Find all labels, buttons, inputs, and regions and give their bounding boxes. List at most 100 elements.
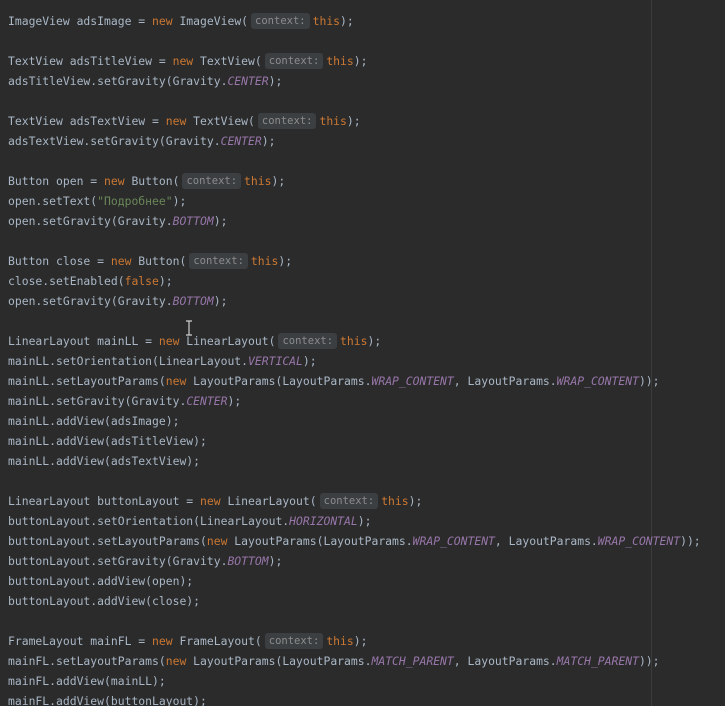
code-token: mainLL.setGravity(Gravity. <box>8 394 187 408</box>
code-token: BOTTOM <box>172 294 214 308</box>
code-token: ); <box>172 194 187 208</box>
code-line[interactable]: buttonLayout.addView(close); <box>8 591 725 611</box>
code-token: ); <box>346 114 361 128</box>
code-token: ); <box>261 134 276 148</box>
code-token: new <box>104 174 125 188</box>
code-token: mainLL.addView(adsTitleView); <box>8 434 207 448</box>
code-line[interactable]: mainLL.setLayoutParams(new LayoutParams(… <box>8 371 725 391</box>
code-token: WRAP_CONTENT <box>371 374 454 388</box>
code-token: ); <box>353 634 368 648</box>
code-token: TextView adsTitleView = <box>8 54 173 68</box>
code-token: ); <box>408 494 423 508</box>
code-line[interactable]: TextView adsTitleView = new TextView(con… <box>8 51 725 71</box>
code-line[interactable]: Button open = new Button(context: this); <box>8 171 725 191</box>
code-line[interactable] <box>8 31 725 51</box>
code-token: this <box>381 494 409 508</box>
code-token: this <box>326 634 354 648</box>
code-token: LinearLayout( <box>220 494 317 508</box>
code-line[interactable]: LinearLayout buttonLayout = new LinearLa… <box>8 491 725 511</box>
code-line[interactable] <box>8 91 725 111</box>
code-line[interactable]: open.setGravity(Gravity.BOTTOM); <box>8 291 725 311</box>
code-token: Button( <box>131 254 187 268</box>
code-token: WRAP_CONTENT <box>597 534 681 548</box>
code-token: adsTitleView.setGravity(Gravity. <box>8 74 228 88</box>
code-line[interactable]: ImageView adsImage = new ImageView(conte… <box>8 11 725 31</box>
code-token: new <box>165 374 187 388</box>
parameter-hint: context: <box>251 13 310 29</box>
code-token: buttonLayout.addView(open); <box>8 574 194 588</box>
code-token: mainFL.addView(mainLL); <box>8 674 166 688</box>
parameter-hint: context: <box>257 113 317 129</box>
code-token: LinearLayout buttonLayout = <box>8 494 201 508</box>
code-line[interactable]: close.setEnabled(false); <box>8 271 725 291</box>
code-token: FrameLayout( <box>172 634 262 648</box>
code-line[interactable]: TextView adsTextView = new TextView(cont… <box>8 111 725 131</box>
code-token: ); <box>278 254 293 268</box>
code-token: ); <box>353 54 368 68</box>
code-line[interactable]: mainLL.addView(adsTextView); <box>8 451 725 471</box>
code-token: TextView( <box>193 54 262 68</box>
code-token: CENTER <box>227 74 269 88</box>
code-token: , LayoutParams. <box>453 374 557 388</box>
code-line[interactable] <box>8 231 725 251</box>
code-line[interactable]: buttonLayout.addView(open); <box>8 571 725 591</box>
code-token: Button( <box>124 174 180 188</box>
code-token: LayoutParams(LayoutParams. <box>186 654 372 668</box>
code-token: this <box>319 114 347 128</box>
code-line[interactable]: mainFL.addView(mainLL); <box>8 671 725 691</box>
code-token: this <box>312 14 341 28</box>
parameter-hint: context: <box>189 253 248 269</box>
code-token: ); <box>268 74 283 88</box>
parameter-hint: context: <box>182 173 242 189</box>
code-line[interactable] <box>8 611 725 631</box>
code-token: LinearLayout mainLL = <box>8 334 159 348</box>
code-token: MATCH_PARENT <box>556 654 639 668</box>
code-token: , LayoutParams. <box>453 654 557 668</box>
code-line[interactable]: adsTextView.setGravity(Gravity.CENTER); <box>8 131 725 151</box>
code-line[interactable]: mainLL.addView(adsImage); <box>8 411 725 431</box>
code-token: LayoutParams(LayoutParams. <box>227 534 413 548</box>
code-line[interactable]: open.setGravity(Gravity.BOTTOM); <box>8 211 725 231</box>
code-token: TextView( <box>186 114 255 128</box>
code-line[interactable] <box>8 151 725 171</box>
code-token: Button open = <box>8 174 105 188</box>
code-token: this <box>326 54 354 68</box>
code-token: ); <box>271 174 286 188</box>
code-token: CENTER <box>186 394 228 408</box>
parameter-hint: context: <box>264 53 324 69</box>
code-area[interactable]: ImageView adsImage = new ImageView(conte… <box>8 11 725 706</box>
code-line[interactable]: mainFL.addView(buttonLayout); <box>8 691 725 706</box>
code-token: )); <box>638 654 660 668</box>
code-token: this <box>340 334 368 348</box>
code-token: ); <box>227 394 242 408</box>
code-line[interactable] <box>8 311 725 331</box>
code-token: LinearLayout( <box>179 334 276 348</box>
code-line[interactable]: adsTitleView.setGravity(Gravity.CENTER); <box>8 71 725 91</box>
code-token: ImageView( <box>172 14 249 28</box>
code-token: ); <box>158 274 173 288</box>
code-token: ImageView adsImage = <box>8 14 153 28</box>
code-token: buttonLayout.setLayoutParams( <box>8 534 207 548</box>
code-line[interactable]: buttonLayout.setLayoutParams(new LayoutP… <box>8 531 725 551</box>
code-line[interactable]: buttonLayout.setOrientation(LinearLayout… <box>8 511 725 531</box>
code-token: mainFL.addView(buttonLayout); <box>8 694 207 706</box>
code-line[interactable] <box>8 471 725 491</box>
code-token: )); <box>638 374 660 388</box>
code-token: ); <box>268 554 283 568</box>
code-token: Button close = <box>8 254 111 268</box>
code-line[interactable]: Button close = new Button(context: this); <box>8 251 725 271</box>
code-line[interactable]: open.setText("Подробнее"); <box>8 191 725 211</box>
code-token: WRAP_CONTENT <box>556 374 639 388</box>
code-token: WRAP_CONTENT <box>412 534 495 548</box>
code-line[interactable]: LinearLayout mainLL = new LinearLayout(c… <box>8 331 725 351</box>
code-token: , LayoutParams. <box>494 534 598 548</box>
code-line[interactable]: mainLL.setOrientation(LinearLayout.VERTI… <box>8 351 725 371</box>
code-line[interactable]: FrameLayout mainFL = new FrameLayout(con… <box>8 631 725 651</box>
code-editor[interactable]: ImageView adsImage = new ImageView(conte… <box>0 0 725 706</box>
code-line[interactable]: mainLL.addView(adsTitleView); <box>8 431 725 451</box>
code-line[interactable]: buttonLayout.setGravity(Gravity.BOTTOM); <box>8 551 725 571</box>
code-token: new <box>206 534 228 548</box>
code-line[interactable]: mainLL.setGravity(Gravity.CENTER); <box>8 391 725 411</box>
code-line[interactable]: mainFL.setLayoutParams(new LayoutParams(… <box>8 651 725 671</box>
code-token: VERTICAL <box>248 354 303 368</box>
